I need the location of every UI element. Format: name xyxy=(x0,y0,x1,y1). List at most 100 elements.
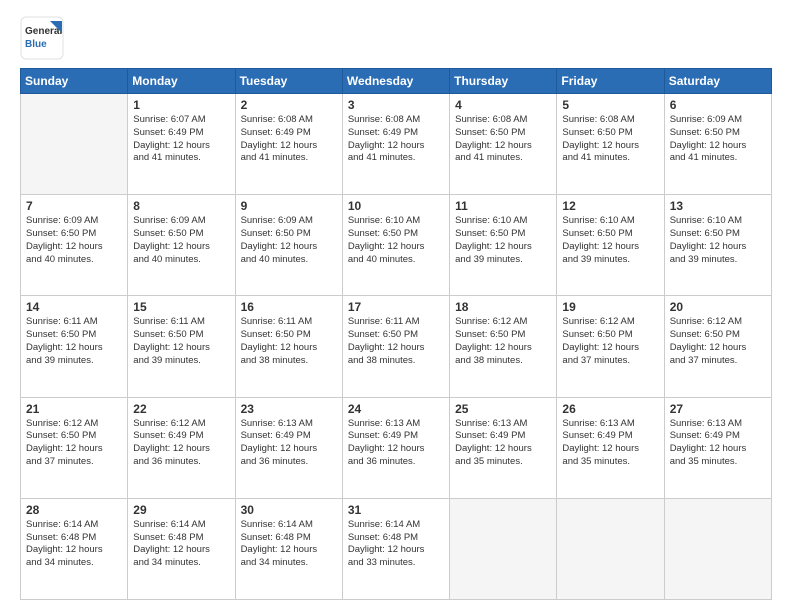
header-row: SundayMondayTuesdayWednesdayThursdayFrid… xyxy=(21,69,772,94)
week-row-3: 14 Sunrise: 6:11 AM Sunset: 6:50 PM Dayli… xyxy=(21,296,772,397)
day-cell: 26 Sunrise: 6:13 AM Sunset: 6:49 PM Dayli… xyxy=(557,397,664,498)
day-number: 26 xyxy=(562,402,658,416)
day-cell: 30 Sunrise: 6:14 AM Sunset: 6:48 PM Dayli… xyxy=(235,498,342,599)
logo: General Blue xyxy=(20,16,64,60)
calendar-table: SundayMondayTuesdayWednesdayThursdayFrid… xyxy=(20,68,772,600)
day-cell: 11 Sunrise: 6:10 AM Sunset: 6:50 PM Dayli… xyxy=(450,195,557,296)
day-number: 27 xyxy=(670,402,766,416)
col-header-wednesday: Wednesday xyxy=(342,69,449,94)
day-info: Sunrise: 6:08 AM Sunset: 6:50 PM Dayligh… xyxy=(562,114,658,165)
week-row-1: 1Sunrise: 6:07 AM Sunset: 6:49 PM Daylig… xyxy=(21,94,772,195)
day-number: 31 xyxy=(348,503,444,517)
day-info: Sunrise: 6:10 AM Sunset: 6:50 PM Dayligh… xyxy=(348,215,444,266)
day-number: 10 xyxy=(348,199,444,213)
day-number: 2 xyxy=(241,98,337,112)
day-info: Sunrise: 6:08 AM Sunset: 6:50 PM Dayligh… xyxy=(455,114,551,165)
day-number: 8 xyxy=(133,199,229,213)
day-cell: 31 Sunrise: 6:14 AM Sunset: 6:48 PM Dayli… xyxy=(342,498,449,599)
day-info: Sunrise: 6:09 AM Sunset: 6:50 PM Dayligh… xyxy=(670,114,766,165)
day-info: Sunrise: 6:09 AM Sunset: 6:50 PM Dayligh… xyxy=(241,215,337,266)
day-info: Sunrise: 6:14 AM Sunset: 6:48 PM Dayligh… xyxy=(348,519,444,570)
day-cell: 3 Sunrise: 6:08 AM Sunset: 6:49 PM Daylig… xyxy=(342,94,449,195)
header: General Blue xyxy=(20,16,772,60)
day-number: 18 xyxy=(455,300,551,314)
day-number: 4 xyxy=(455,98,551,112)
day-number: 17 xyxy=(348,300,444,314)
day-number: 13 xyxy=(670,199,766,213)
day-number: 11 xyxy=(455,199,551,213)
day-cell: 25 Sunrise: 6:13 AM Sunset: 6:49 PM Dayli… xyxy=(450,397,557,498)
day-cell: 7 Sunrise: 6:09 AM Sunset: 6:50 PM Daylig… xyxy=(21,195,128,296)
day-info: Sunrise: 6:12 AM Sunset: 6:50 PM Dayligh… xyxy=(455,316,551,367)
day-cell: 6 Sunrise: 6:09 AM Sunset: 6:50 PM Daylig… xyxy=(664,94,771,195)
day-number: 23 xyxy=(241,402,337,416)
day-cell: 20Sunrise: 6:12 AM Sunset: 6:50 PM Dayli… xyxy=(664,296,771,397)
col-header-monday: Monday xyxy=(128,69,235,94)
day-cell: 23 Sunrise: 6:13 AM Sunset: 6:49 PM Dayli… xyxy=(235,397,342,498)
day-cell: 1Sunrise: 6:07 AM Sunset: 6:49 PM Daylig… xyxy=(128,94,235,195)
day-info: Sunrise: 6:10 AM Sunset: 6:50 PM Dayligh… xyxy=(455,215,551,266)
day-info: Sunrise: 6:11 AM Sunset: 6:50 PM Dayligh… xyxy=(26,316,122,367)
day-cell: 9 Sunrise: 6:09 AM Sunset: 6:50 PM Daylig… xyxy=(235,195,342,296)
day-cell xyxy=(557,498,664,599)
day-cell: 17 Sunrise: 6:11 AM Sunset: 6:50 PM Dayli… xyxy=(342,296,449,397)
day-cell xyxy=(664,498,771,599)
day-cell: 5Sunrise: 6:08 AM Sunset: 6:50 PM Daylig… xyxy=(557,94,664,195)
day-info: Sunrise: 6:12 AM Sunset: 6:50 PM Dayligh… xyxy=(670,316,766,367)
svg-text:Blue: Blue xyxy=(25,39,47,50)
day-number: 14 xyxy=(26,300,122,314)
day-info: Sunrise: 6:09 AM Sunset: 6:50 PM Dayligh… xyxy=(26,215,122,266)
day-info: Sunrise: 6:10 AM Sunset: 6:50 PM Dayligh… xyxy=(670,215,766,266)
week-row-5: 28 Sunrise: 6:14 AM Sunset: 6:48 PM Dayli… xyxy=(21,498,772,599)
day-cell: 15 Sunrise: 6:11 AM Sunset: 6:50 PM Dayli… xyxy=(128,296,235,397)
day-cell: 29Sunrise: 6:14 AM Sunset: 6:48 PM Dayli… xyxy=(128,498,235,599)
day-info: Sunrise: 6:12 AM Sunset: 6:50 PM Dayligh… xyxy=(562,316,658,367)
day-info: Sunrise: 6:13 AM Sunset: 6:49 PM Dayligh… xyxy=(670,418,766,469)
day-number: 24 xyxy=(348,402,444,416)
day-cell: 13 Sunrise: 6:10 AM Sunset: 6:50 PM Dayli… xyxy=(664,195,771,296)
page: General Blue SundayMondayTuesdayWednesda… xyxy=(0,0,792,612)
col-header-sunday: Sunday xyxy=(21,69,128,94)
day-info: Sunrise: 6:11 AM Sunset: 6:50 PM Dayligh… xyxy=(348,316,444,367)
day-cell xyxy=(21,94,128,195)
day-cell: 18 Sunrise: 6:12 AM Sunset: 6:50 PM Dayli… xyxy=(450,296,557,397)
logo-svg: General Blue xyxy=(20,16,64,60)
day-info: Sunrise: 6:11 AM Sunset: 6:50 PM Dayligh… xyxy=(241,316,337,367)
day-cell: 14 Sunrise: 6:11 AM Sunset: 6:50 PM Dayli… xyxy=(21,296,128,397)
day-cell: 24 Sunrise: 6:13 AM Sunset: 6:49 PM Dayli… xyxy=(342,397,449,498)
day-number: 7 xyxy=(26,199,122,213)
day-info: Sunrise: 6:13 AM Sunset: 6:49 PM Dayligh… xyxy=(455,418,551,469)
day-info: Sunrise: 6:13 AM Sunset: 6:49 PM Dayligh… xyxy=(241,418,337,469)
day-number: 9 xyxy=(241,199,337,213)
day-cell: 12 Sunrise: 6:10 AM Sunset: 6:50 PM Dayli… xyxy=(557,195,664,296)
day-number: 25 xyxy=(455,402,551,416)
day-number: 22 xyxy=(133,402,229,416)
day-cell: 22 Sunrise: 6:12 AM Sunset: 6:49 PM Dayli… xyxy=(128,397,235,498)
col-header-saturday: Saturday xyxy=(664,69,771,94)
day-info: Sunrise: 6:07 AM Sunset: 6:49 PM Dayligh… xyxy=(133,114,229,165)
day-info: Sunrise: 6:08 AM Sunset: 6:49 PM Dayligh… xyxy=(241,114,337,165)
day-info: Sunrise: 6:08 AM Sunset: 6:49 PM Dayligh… xyxy=(348,114,444,165)
day-number: 6 xyxy=(670,98,766,112)
day-info: Sunrise: 6:14 AM Sunset: 6:48 PM Dayligh… xyxy=(26,519,122,570)
day-info: Sunrise: 6:13 AM Sunset: 6:49 PM Dayligh… xyxy=(562,418,658,469)
day-info: Sunrise: 6:12 AM Sunset: 6:49 PM Dayligh… xyxy=(133,418,229,469)
day-cell: 28 Sunrise: 6:14 AM Sunset: 6:48 PM Dayli… xyxy=(21,498,128,599)
day-cell: 2 Sunrise: 6:08 AM Sunset: 6:49 PM Daylig… xyxy=(235,94,342,195)
day-number: 12 xyxy=(562,199,658,213)
day-info: Sunrise: 6:11 AM Sunset: 6:50 PM Dayligh… xyxy=(133,316,229,367)
day-cell: 16Sunrise: 6:11 AM Sunset: 6:50 PM Dayli… xyxy=(235,296,342,397)
day-info: Sunrise: 6:13 AM Sunset: 6:49 PM Dayligh… xyxy=(348,418,444,469)
day-number: 28 xyxy=(26,503,122,517)
day-number: 15 xyxy=(133,300,229,314)
day-info: Sunrise: 6:10 AM Sunset: 6:50 PM Dayligh… xyxy=(562,215,658,266)
week-row-2: 7 Sunrise: 6:09 AM Sunset: 6:50 PM Daylig… xyxy=(21,195,772,296)
day-cell: 19 Sunrise: 6:12 AM Sunset: 6:50 PM Dayli… xyxy=(557,296,664,397)
day-number: 29 xyxy=(133,503,229,517)
day-number: 3 xyxy=(348,98,444,112)
day-info: Sunrise: 6:14 AM Sunset: 6:48 PM Dayligh… xyxy=(241,519,337,570)
day-number: 19 xyxy=(562,300,658,314)
day-info: Sunrise: 6:09 AM Sunset: 6:50 PM Dayligh… xyxy=(133,215,229,266)
day-cell: 10 Sunrise: 6:10 AM Sunset: 6:50 PM Dayli… xyxy=(342,195,449,296)
day-number: 30 xyxy=(241,503,337,517)
